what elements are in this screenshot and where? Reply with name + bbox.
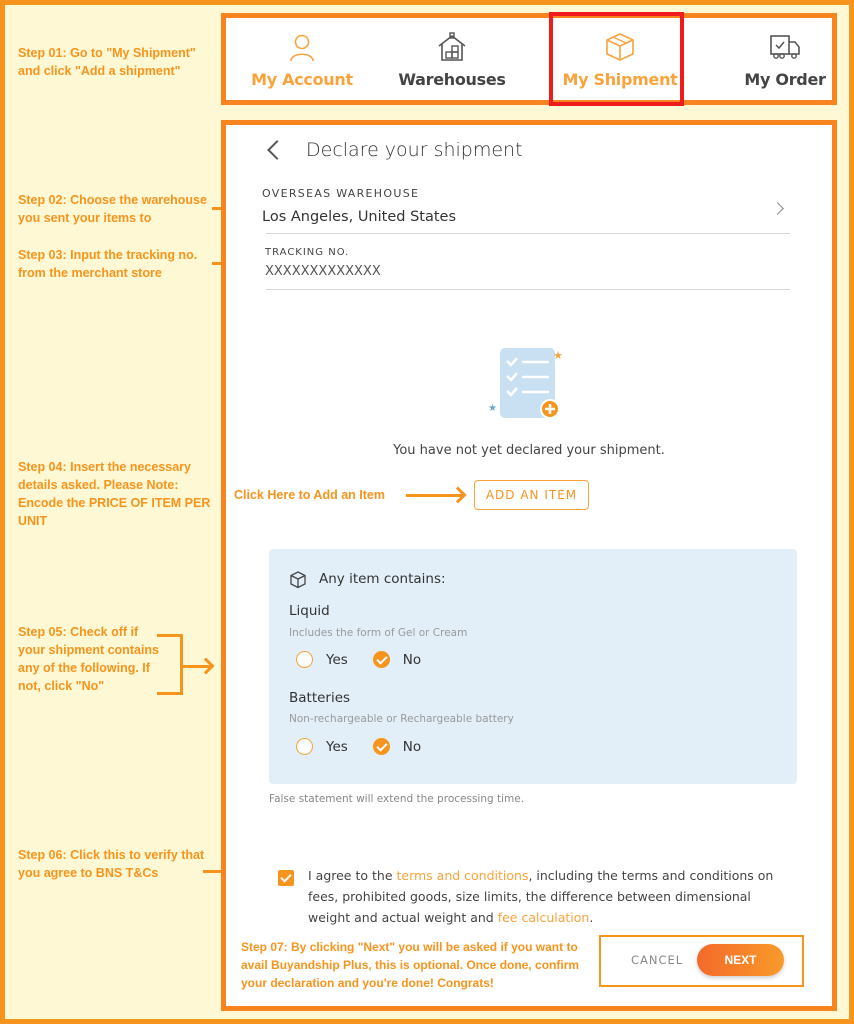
nav-warehouses[interactable]: Warehouses — [376, 18, 528, 100]
back-arrow-icon[interactable] — [267, 140, 287, 160]
contains-box: Any item contains: Liquid Includes the f… — [269, 549, 797, 784]
cancel-button[interactable]: CANCEL — [631, 953, 683, 967]
nav-label: My Shipment — [562, 70, 678, 89]
false-statement-note: False statement will extend the processi… — [269, 793, 525, 805]
nav-my-account[interactable]: My Account — [226, 18, 378, 100]
agree-text: I agree to the terms and conditions, inc… — [308, 865, 788, 928]
svg-text:★: ★ — [553, 350, 563, 362]
svg-text:★: ★ — [488, 403, 497, 414]
box-icon — [290, 571, 306, 589]
declare-shipment-card: Declare your shipment OVERSEAS WAREHOUSE… — [221, 120, 837, 1011]
add-item-button[interactable]: ADD AN ITEM — [474, 480, 589, 510]
warehouse-icon — [438, 32, 466, 61]
add-item-arrow — [406, 494, 462, 497]
step05-arrow — [183, 665, 210, 668]
step02-annotation: Step 02: Choose the warehouse you sent y… — [18, 193, 207, 225]
step04-annotation: Step 04: Insert the necessary details as… — [18, 460, 211, 528]
tracking-label: TRACKING NO. — [265, 247, 350, 258]
liquid-radio-group: Yes No — [296, 651, 446, 668]
step01-annotation: Step 01: Go to "My Shipment" and click "… — [18, 46, 196, 78]
nav-label: My Order — [744, 70, 826, 89]
page-title: Declare your shipment — [306, 139, 523, 161]
radio-label: No — [402, 738, 422, 755]
step07-annotation: Step 07: By clicking "Next" you will be … — [241, 940, 580, 990]
tracking-input[interactable]: XXXXXXXXXXXXX — [265, 264, 381, 279]
contains-title: Any item contains: — [319, 571, 446, 587]
top-nav: My Account Warehouses My Shipment My Ord… — [221, 13, 837, 105]
terms-link[interactable]: terms and conditions — [396, 868, 528, 883]
liquid-label: Liquid — [289, 603, 330, 619]
nav-label: Warehouses — [398, 70, 506, 89]
divider — [266, 233, 790, 234]
liquid-hint: Includes the form of Gel or Cream — [289, 627, 468, 639]
checklist-illustration-icon: ★ ★ — [488, 348, 563, 419]
step03-annotation: Step 03: Input the tracking no. from the… — [18, 248, 198, 280]
batteries-hint: Non-rechargeable or Rechargeable battery — [289, 713, 514, 725]
radio-label: Yes — [326, 651, 348, 668]
divider — [266, 289, 790, 290]
next-button[interactable]: NEXT — [697, 944, 784, 976]
action-buttons: CANCEL NEXT — [599, 935, 804, 987]
chevron-right-icon[interactable] — [771, 202, 784, 215]
nav-my-shipment[interactable]: My Shipment — [544, 18, 696, 100]
liquid-yes-radio[interactable] — [296, 651, 313, 668]
fee-calculation-link[interactable]: fee calculation — [498, 910, 590, 925]
radio-label: Yes — [326, 738, 348, 755]
delivery-truck-icon — [770, 35, 800, 59]
warehouse-label: OVERSEAS WAREHOUSE — [262, 187, 420, 200]
box-icon — [606, 33, 634, 61]
step05-bracket — [157, 634, 183, 695]
agree-suffix: . — [589, 910, 594, 925]
radio-label: No — [402, 651, 422, 668]
batteries-label: Batteries — [289, 690, 351, 706]
step05-annotation: Step 05: Check off if your shipment cont… — [18, 625, 159, 693]
nav-label: My Account — [251, 70, 353, 89]
agree-prefix: I agree to the — [308, 868, 397, 883]
nav-my-order[interactable]: My Order — [709, 18, 854, 100]
batteries-yes-radio[interactable] — [296, 738, 313, 755]
batteries-radio-group: Yes No — [296, 738, 446, 755]
user-icon — [290, 34, 314, 62]
warehouse-value: Los Angeles, United States — [262, 209, 457, 225]
add-item-hint: Click Here to Add an Item — [234, 488, 385, 502]
step06-annotation: Step 06: Click this to verify that you a… — [18, 848, 205, 880]
empty-message: You have not yet declared your shipment. — [393, 443, 665, 458]
title-row: Declare your shipment — [266, 139, 523, 161]
batteries-no-radio[interactable] — [372, 738, 390, 755]
agree-checkbox[interactable] — [278, 870, 294, 886]
liquid-no-radio[interactable] — [372, 651, 390, 668]
